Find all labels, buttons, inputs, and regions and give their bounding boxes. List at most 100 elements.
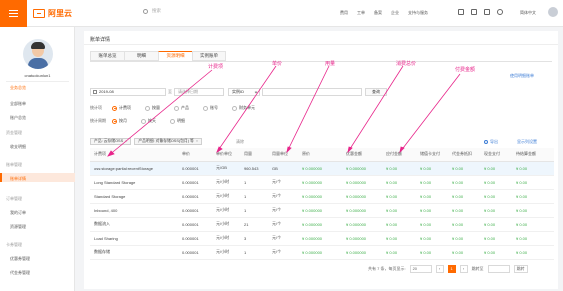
tab-instance-bill[interactable]: 实例账单 [192,51,226,61]
table-row[interactable]: Long Standard Storage 0.000001 元/小时 1 元/个 ¥ 0… [90,175,554,190]
nav-link[interactable]: 备案 [374,10,382,16]
user-avatar[interactable] [548,7,558,17]
top-navigation-bar: 阿里云 搜索 费用 工单 备案 企业 支持与服务 简体中文 [0,0,563,27]
table-cell: 元/个 [268,217,298,232]
table-cell: 元/小时 [212,217,240,232]
tab-bill-overview[interactable]: 账单总览 [90,51,124,61]
sidebar-item[interactable]: 全部账单 [10,101,26,107]
logo[interactable]: 阿里云 [33,8,72,19]
radio-icon [232,105,237,111]
table-row[interactable]: Load Sharing 0.000001 元/小时 3 元/个 ¥ 0.000000 ¥ … [90,231,554,246]
filter-tag[interactable]: 产品明细: 对象存储OSS(包月) 等 × [134,138,203,145]
divider [90,61,552,62]
radio-option[interactable]: 明细 [170,118,185,124]
column-header: 储值卡支付 [416,148,448,162]
sidebar-item[interactable]: 业务总览 [10,85,26,91]
radio-option[interactable]: 按天 [141,118,156,124]
page-size-select[interactable]: 20 [409,265,432,273]
language-switch[interactable]: 简体中文 [520,10,536,16]
search-bar[interactable]: 搜索 [143,8,161,14]
radio-icon [145,105,150,111]
table-cell: GB [268,161,298,176]
sidebar-item[interactable]: 账单详情 [10,176,26,182]
radio-option[interactable]: 按月 [112,118,127,124]
sidebar-item[interactable]: 代金券管理 [10,270,30,276]
terminal-icon[interactable] [458,9,464,15]
annotation-label: 计费项 [208,64,224,70]
clear-filters-button[interactable]: 清除 [236,139,244,145]
table-cell: ¥ 0.00 [448,245,480,260]
table-cell: 元/小时 [212,189,240,204]
table-cell: ¥ 0.00 [382,161,416,176]
tab-detail[interactable]: 明细 [124,51,158,61]
table-cell: ¥ 0.000000 [298,217,342,232]
export-label: 导出 [490,139,498,144]
table-cell: 元/个 [268,203,298,218]
table-row[interactable]: 数据存储 0.000001 元/小时 1 元/个 ¥ 0.000000 ¥ 0.000000… [90,245,554,260]
export-button[interactable]: 导出 [484,139,498,145]
table-row[interactable]: oss:storage:partial:recentStorage 0.00000… [90,161,554,176]
table-cell: 0.000001 [178,217,212,232]
sidebar-item[interactable]: 我的订单 [10,210,26,216]
annotation-label: 付费金额 [455,67,476,73]
table-cell: ¥ 0.00 [448,175,480,190]
radio-label: 按量 [152,105,160,110]
next-page-button[interactable]: › [459,265,468,273]
radio-option[interactable]: 财务单元 [232,105,255,111]
radio-label: 财务单元 [239,105,255,110]
sidebar-item[interactable]: 账户总览 [10,115,26,121]
prev-page-button[interactable]: ‹ [435,265,444,273]
hamburger-menu-button[interactable] [0,0,27,27]
help-icon[interactable] [497,9,503,15]
month-picker[interactable]: 2019-08 [90,88,166,96]
table-row[interactable]: Standard Storage 0.000001 元/小时 1 元/个 ¥ 0.0000… [90,189,554,204]
table-cell: ¥ 0.000000 [298,175,342,190]
goto-button[interactable]: 跳转 [513,265,528,273]
radio-option[interactable]: 计费项 [112,105,131,111]
cart-icon[interactable] [484,9,490,15]
table-cell: Inbound, 400 [90,203,178,218]
search-input[interactable]: 搜索 [152,8,161,14]
table-cell: 数据流入 [90,217,178,232]
filter-tag[interactable]: 产品: 云存储OSS × [90,138,132,145]
id-search-input[interactable] [262,88,362,96]
radio-option[interactable]: 账号 [203,105,218,111]
nav-link[interactable]: 工单 [357,10,365,16]
table-cell: ¥ 0.00 [512,245,554,260]
close-icon[interactable]: × [125,139,127,143]
table-cell: 元/小时 [212,231,240,246]
sidebar-item[interactable]: 收支明细 [10,144,26,150]
table-cell: 数据存储 [90,245,178,260]
table-row[interactable]: Inbound, 400 0.000001 元/小时 1 元/个 ¥ 0.000000 ¥ … [90,203,554,218]
query-button[interactable]: 查询 [365,88,387,96]
table-row[interactable]: 数据流入 0.000001 元/小时 21 元/个 ¥ 0.000000 ¥ 0.00000… [90,217,554,232]
nav-link[interactable]: 支持与服务 [408,10,428,16]
sidebar-item[interactable]: 资源管理 [10,224,26,230]
tab-resource-detail[interactable]: 资源明细 [158,51,192,61]
profile-avatar [23,39,53,69]
column-header: 用量 [240,148,268,162]
close-icon[interactable]: × [196,139,198,143]
radio-option[interactable]: 按量 [145,105,160,111]
column-settings-button[interactable]: 显示列设置 [517,139,537,145]
radio-option[interactable]: 产品 [174,105,189,111]
goto-page-input[interactable] [487,265,510,273]
table-cell: 元/小时 [212,203,240,218]
bell-icon[interactable] [471,9,477,15]
radio-label: 产品 [181,105,189,110]
table-cell: 1 [240,203,268,218]
page-title: 账单详情 [90,37,111,43]
radio-icon [203,105,208,111]
table-cell: 0.000001 [178,203,212,218]
table-cell: 21 [240,217,268,232]
id-type-select[interactable]: 实例ID [228,88,260,96]
page-number-button[interactable]: 1 [447,265,456,273]
table-cell: ¥ 0.00 [512,203,554,218]
table-header-row: 计费项 单价 单价单位 用量 用量单位 原价 优惠金额 应付金额 储值卡支付 代金券抵扣 现金支付待… [90,148,554,162]
table-cell: ¥ 0.00 [512,189,554,204]
usage-detail-link[interactable]: 使用明细账单 [510,73,534,79]
nav-link[interactable]: 企业 [391,10,399,16]
end-date-input[interactable]: 请选择日期 [174,88,224,96]
nav-link[interactable]: 费用 [340,10,348,16]
sidebar-item[interactable]: 优惠券管理 [10,256,30,262]
